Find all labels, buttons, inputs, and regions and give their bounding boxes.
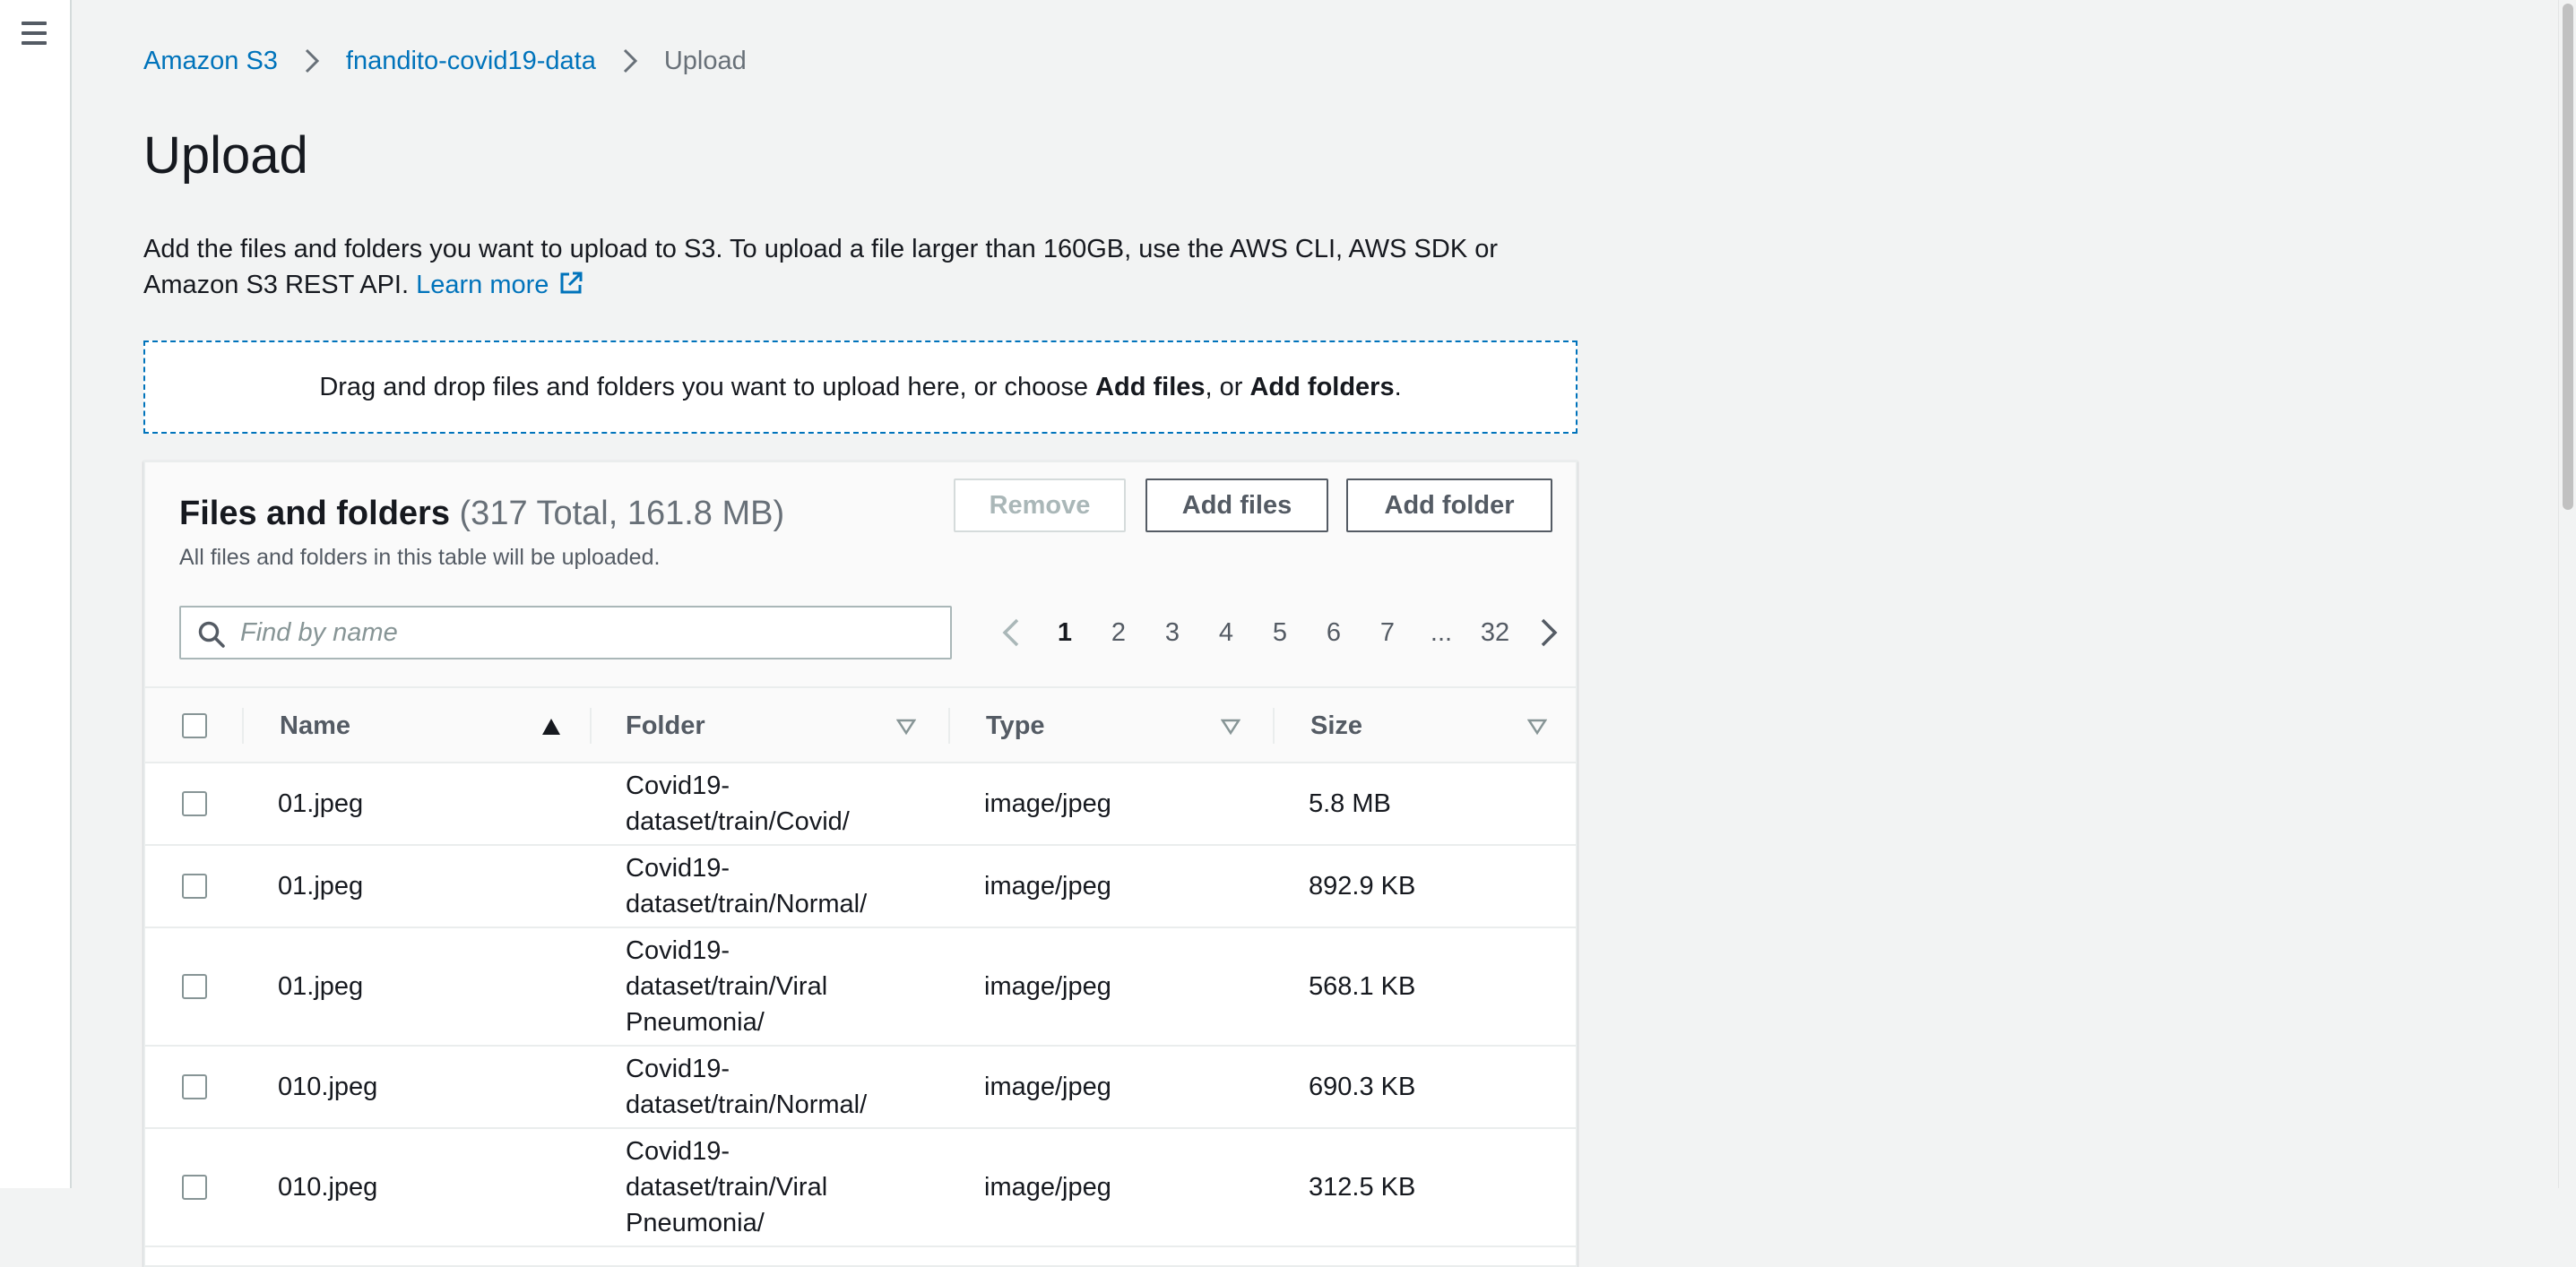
dropzone-add-files: Add files [1095,372,1206,401]
panel-subtitle: All files and folders in this table will… [179,545,661,570]
file-type: image/jpeg [984,872,1111,901]
file-size: 892.9 KB [1309,872,1416,901]
remove-button[interactable]: Remove [954,478,1126,532]
hamburger-menu-icon[interactable] [20,20,48,47]
dropzone-text-middle: , or [1205,372,1250,401]
row-checkbox[interactable] [182,874,207,899]
search-box[interactable] [179,606,952,659]
file-name: 01.jpeg [278,789,364,818]
search-icon [198,621,225,648]
file-size: 5.8 MB [1309,789,1391,818]
select-all-checkbox[interactable] [182,713,207,738]
dropzone-add-folders: Add folders [1249,372,1395,401]
file-type: image/jpeg [984,1073,1111,1101]
table-row: 010.jpeg Covid19- dataset/train/Normal/ … [145,1047,1576,1129]
page-3[interactable]: 3 [1145,618,1199,648]
row-select-cell [145,1129,244,1245]
row-select-cell [145,1047,244,1127]
chevron-right-icon [623,48,637,73]
row-select-cell [145,846,244,927]
page-description: Add the files and folders you want to up… [143,231,1595,303]
column-name-label: Name [280,711,350,740]
file-name: 010.jpeg [278,1073,378,1101]
file-type: image/jpeg [984,972,1111,1001]
external-link-icon [560,272,583,294]
side-navigation-strip [0,0,72,1188]
table-row: 01.jpeg Covid19- dataset/train/Covid/ im… [145,763,1576,846]
file-name: 01.jpeg [278,972,364,1001]
search-input[interactable] [240,615,939,651]
scrollbar-thumb[interactable] [2563,4,2573,510]
previous-page-button[interactable] [984,606,1038,659]
file-name: 010.jpeg [278,1173,378,1202]
sort-ascending-icon [542,719,560,735]
page-title: Upload [143,126,308,185]
column-size-label: Size [1310,711,1363,740]
upload-dropzone[interactable]: Drag and drop files and folders you want… [143,340,1578,434]
breadcrumb-amazon-s3[interactable]: Amazon S3 [143,47,278,76]
table-row: 01.jpeg Covid19- dataset/train/Normal/ i… [145,846,1576,928]
column-header-folder[interactable]: Folder [592,688,950,763]
learn-more-label: Learn more [416,271,549,299]
chevron-right-icon [1541,618,1558,647]
chevron-left-icon [1002,618,1019,647]
page-5[interactable]: 5 [1253,618,1307,648]
column-header-type[interactable]: Type [950,688,1275,763]
description-text: Add the files and folders you want to up… [143,235,1499,299]
file-folder: Covid19- dataset/train/Covid/ [626,771,850,836]
page-1[interactable]: 1 [1038,618,1092,648]
pagination: 1 2 3 4 5 6 7 ... 32 [984,606,1576,659]
table-row: 01.jpeg Covid19- dataset/train/Viral Pne… [145,928,1576,1047]
table-row: 010.jpeg Covid19- dataset/train/Viral Pn… [145,1129,1576,1247]
header-select-all [145,688,244,763]
dropzone-text: Drag and drop files and folders you want… [319,372,1096,401]
column-folder-label: Folder [626,711,705,740]
files-and-folders-panel: Files and folders (317 Total, 161.8 MB) … [143,461,1578,1267]
panel-title-count: (317 Total, 161.8 MB) [459,495,785,532]
page-4[interactable]: 4 [1199,618,1253,648]
page-6[interactable]: 6 [1307,618,1361,648]
file-size: 312.5 KB [1309,1173,1416,1202]
learn-more-link[interactable]: Learn more [416,271,584,299]
page-scrollbar[interactable] [2558,0,2576,1188]
panel-title-label: Files and folders [179,495,450,532]
row-checkbox[interactable] [182,974,207,999]
file-type: image/jpeg [984,1173,1111,1202]
file-folder: Covid19- dataset/train/Normal/ [626,854,868,918]
panel-header: Files and folders (317 Total, 161.8 MB) … [145,462,1576,686]
file-size: 690.3 KB [1309,1073,1416,1101]
breadcrumb-bucket[interactable]: fnandito-covid19-data [346,47,596,76]
page-ellipsis: ... [1430,617,1453,647]
breadcrumb-current: Upload [663,46,747,75]
file-size: 568.1 KB [1309,972,1416,1001]
sort-icon [1527,719,1547,736]
file-name: 01.jpeg [278,872,364,901]
add-files-button[interactable]: Add files [1145,478,1328,532]
table-header: Name Folder Type Size [145,686,1576,763]
dropzone-text-suffix: . [1394,372,1402,401]
row-select-cell [145,928,244,1045]
page-7[interactable]: 7 [1361,618,1414,648]
row-checkbox[interactable] [182,791,207,816]
file-folder: Covid19- dataset/train/Viral Pneumonia/ [626,936,828,1037]
row-select-cell [145,763,244,844]
next-page-button[interactable] [1522,606,1576,659]
row-checkbox[interactable] [182,1175,207,1200]
chevron-right-icon [305,48,320,73]
sort-icon [1221,719,1240,736]
panel-title: Files and folders (317 Total, 161.8 MB) [179,495,784,533]
column-header-size[interactable]: Size [1275,688,1579,763]
column-type-label: Type [986,711,1045,740]
add-folder-button[interactable]: Add folder [1346,478,1552,532]
file-type: image/jpeg [984,789,1111,818]
row-checkbox[interactable] [182,1074,207,1099]
file-folder: Covid19- dataset/train/Normal/ [626,1055,868,1119]
sort-icon [896,719,916,736]
breadcrumb: Amazon S3 fnandito-covid19-data Upload [143,45,747,77]
page-2[interactable]: 2 [1092,618,1145,648]
page-32[interactable]: 32 [1468,618,1522,648]
column-header-name[interactable]: Name [244,688,592,763]
file-folder: Covid19- dataset/train/Viral Pneumonia/ [626,1137,828,1237]
